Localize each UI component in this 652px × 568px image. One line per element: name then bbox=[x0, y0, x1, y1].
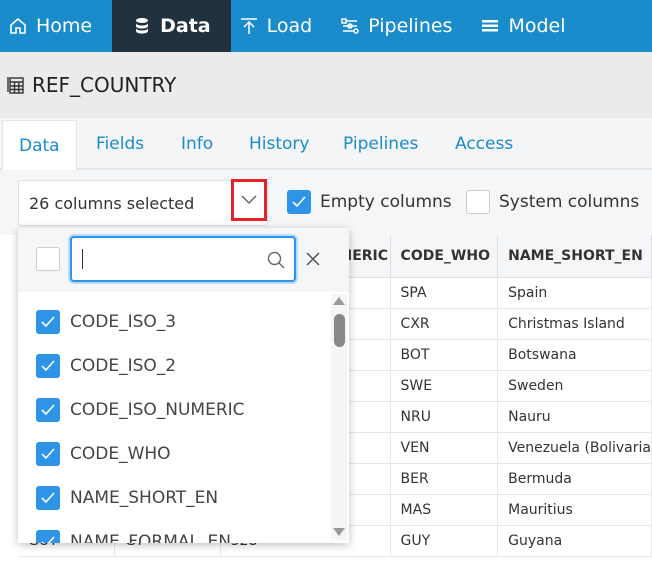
column-search-input[interactable] bbox=[70, 236, 296, 282]
column-option[interactable]: CODE_ISO_2 bbox=[36, 354, 176, 378]
home-icon bbox=[10, 17, 26, 34]
option-label: CODE_WHO bbox=[70, 444, 171, 464]
column-header[interactable]: NAME_SHORT_EN bbox=[497, 235, 652, 278]
nav-home[interactable]: Home bbox=[0, 0, 112, 52]
nav-label: Home bbox=[36, 15, 93, 37]
close-icon[interactable] bbox=[305, 251, 321, 267]
nav-pipelines[interactable]: Pipelines bbox=[332, 0, 472, 52]
columns-dropdown: CODE_ISO_3 CODE_ISO_2 CODE_ISO_NUMERIC CODE… bbox=[18, 228, 349, 543]
table-cell: Nauru bbox=[497, 401, 652, 433]
option-label: CODE_ISO_NUMERIC bbox=[70, 400, 245, 420]
check-icon bbox=[41, 448, 55, 460]
table-cell: Venezuela (Bolivaria bbox=[497, 432, 652, 464]
columns-select-value: 26 columns selected bbox=[29, 193, 195, 213]
page-header: REF_COUNTRY bbox=[0, 52, 652, 118]
option-checkbox[interactable] bbox=[36, 442, 60, 466]
table-cell: VEN bbox=[390, 432, 499, 464]
tab-pipelines[interactable]: Pipelines bbox=[343, 118, 418, 170]
scroll-up-icon[interactable] bbox=[333, 296, 345, 306]
nav-label: Load bbox=[266, 15, 313, 37]
empty-columns-checkbox[interactable]: Empty columns bbox=[287, 190, 452, 214]
table-cell: Spain bbox=[497, 277, 652, 309]
table-cell: MAS bbox=[390, 494, 499, 526]
option-checkbox[interactable] bbox=[36, 486, 60, 510]
option-checkbox[interactable] bbox=[36, 354, 60, 378]
columns-dropdown-toggle[interactable] bbox=[231, 179, 267, 221]
check-icon bbox=[41, 492, 55, 504]
nav-label: Data bbox=[160, 15, 211, 37]
checkbox-unchecked[interactable] bbox=[466, 190, 490, 214]
table-icon bbox=[7, 77, 24, 94]
scrollbar[interactable] bbox=[331, 294, 347, 540]
select-all-checkbox[interactable] bbox=[36, 247, 60, 271]
table-cell: Botswana bbox=[497, 339, 652, 371]
check-icon bbox=[292, 196, 306, 208]
column-header[interactable]: CODE_WHO bbox=[390, 235, 499, 278]
table-cell: GUY bbox=[390, 525, 499, 557]
checkbox-label: System columns bbox=[499, 192, 640, 212]
checkbox-checked[interactable] bbox=[287, 190, 311, 214]
top-nav: Home Data Load Pipelines Model bbox=[0, 0, 652, 52]
option-checkbox[interactable] bbox=[36, 530, 60, 543]
table-cell: BOT bbox=[390, 339, 499, 371]
nav-model[interactable]: Model bbox=[472, 0, 585, 52]
check-icon bbox=[41, 316, 55, 328]
table-cell: Guyana bbox=[497, 525, 652, 557]
text-cursor bbox=[82, 249, 83, 269]
option-checkbox[interactable] bbox=[36, 310, 60, 334]
column-option[interactable]: CODE_WHO bbox=[36, 442, 171, 466]
option-checkbox[interactable] bbox=[36, 398, 60, 422]
page-title: REF_COUNTRY bbox=[32, 73, 177, 97]
tab-history[interactable]: History bbox=[249, 118, 309, 170]
column-option[interactable]: NAME_SHORT_EN bbox=[36, 486, 218, 510]
table-cell: Bermuda bbox=[497, 463, 652, 495]
checkbox-label: Empty columns bbox=[320, 192, 452, 212]
scrollbar-thumb[interactable] bbox=[334, 314, 345, 347]
chevron-down-icon bbox=[241, 195, 257, 205]
table-cell: SPA bbox=[390, 277, 499, 309]
scroll-down-icon[interactable] bbox=[333, 527, 345, 537]
column-option[interactable]: NAME_FORMAL_EN bbox=[36, 530, 231, 543]
nav-label: Pipelines bbox=[368, 15, 453, 37]
table-cell: CXR bbox=[390, 308, 499, 340]
nav-data[interactable]: Data bbox=[112, 0, 231, 52]
search-icon bbox=[267, 251, 285, 269]
check-icon bbox=[41, 536, 55, 543]
nav-load[interactable]: Load bbox=[231, 0, 333, 52]
option-label: CODE_ISO_3 bbox=[70, 312, 177, 332]
model-icon bbox=[482, 20, 499, 32]
table-cell: BER bbox=[390, 463, 499, 495]
tab-data[interactable]: Data bbox=[2, 120, 77, 170]
check-icon bbox=[41, 404, 55, 416]
pipelines-icon bbox=[341, 18, 359, 34]
table-cell: Sweden bbox=[497, 370, 652, 402]
table-cell: Mauritius bbox=[497, 494, 652, 526]
table-cell: NRU bbox=[390, 401, 499, 433]
system-columns-checkbox[interactable]: System columns bbox=[466, 190, 639, 214]
upload-icon bbox=[240, 18, 257, 34]
toolbar: 26 columns selected Empty columns System… bbox=[0, 170, 652, 235]
tab-fields[interactable]: Fields bbox=[96, 118, 144, 170]
database-icon bbox=[136, 18, 149, 34]
tab-bar: Data Fields Info History Pipelines Acces… bbox=[0, 118, 652, 170]
column-option[interactable]: CODE_ISO_NUMERIC bbox=[36, 398, 245, 422]
check-icon bbox=[41, 360, 55, 372]
tab-info[interactable]: Info bbox=[181, 118, 213, 170]
nav-label: Model bbox=[508, 15, 566, 37]
dropdown-header bbox=[18, 228, 349, 292]
column-option[interactable]: CODE_ISO_3 bbox=[36, 310, 176, 334]
table-cell: SWE bbox=[390, 370, 499, 402]
option-label: NAME_FORMAL_EN bbox=[70, 532, 231, 543]
option-label: NAME_SHORT_EN bbox=[70, 488, 219, 508]
option-label: CODE_ISO_2 bbox=[70, 356, 177, 376]
tab-access[interactable]: Access bbox=[455, 118, 513, 170]
table-cell: Christmas Island bbox=[497, 308, 652, 340]
